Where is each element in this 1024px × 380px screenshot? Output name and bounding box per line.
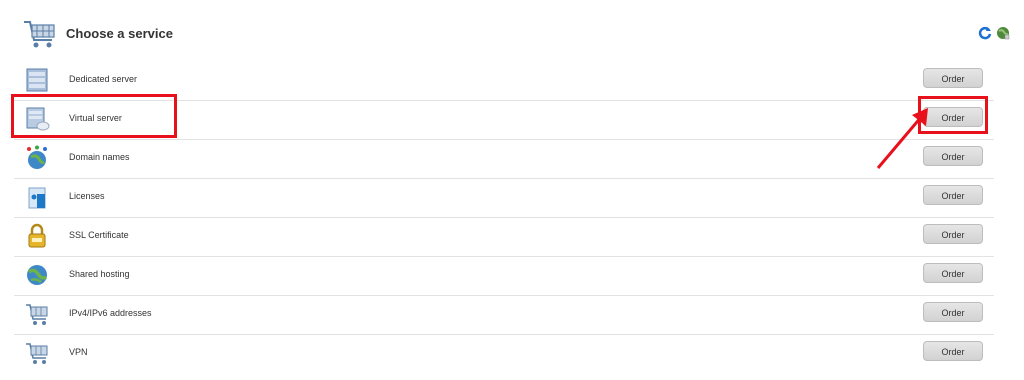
shared-hosting-globe-icon — [27, 265, 48, 285]
order-button[interactable]: Order — [923, 224, 983, 244]
service-row-ssl-certificate: SSL Certificate Order — [14, 218, 994, 257]
page-header: Choose a service — [0, 0, 1024, 62]
service-label: Domain names — [69, 152, 130, 162]
order-button[interactable]: Order — [923, 263, 983, 283]
service-row-virtual-server: Virtual server Order — [14, 101, 994, 140]
service-label: IPv4/IPv6 addresses — [69, 308, 152, 318]
cart-icon — [24, 21, 55, 48]
service-row-domain-names: Domain names Order — [14, 140, 994, 179]
service-list: Dedicated server Order Virtual server Or… — [14, 62, 994, 373]
order-button[interactable]: Order — [923, 302, 983, 322]
cart-icon — [26, 343, 48, 364]
service-label: VPN — [69, 347, 88, 357]
order-button[interactable]: Order — [923, 185, 983, 205]
service-row-ip-addresses: IPv4/IPv6 addresses Order — [14, 296, 994, 335]
ssl-lock-icon — [28, 223, 46, 248]
virtual-server-icon — [26, 107, 50, 131]
service-label: Virtual server — [69, 113, 122, 123]
service-row-shared-hosting: Shared hosting Order — [14, 257, 994, 296]
order-button[interactable]: Order — [923, 146, 983, 166]
order-button[interactable]: Order — [923, 341, 983, 361]
service-label: Shared hosting — [69, 269, 130, 279]
refresh-icon[interactable] — [978, 26, 992, 40]
licenses-icon — [28, 187, 46, 209]
order-button[interactable]: Order — [923, 68, 983, 88]
globe-icon[interactable] — [996, 26, 1010, 40]
service-row-vpn: VPN Order — [14, 335, 994, 373]
dedicated-server-icon — [26, 68, 48, 92]
service-row-licenses: Licenses Order — [14, 179, 994, 218]
service-label: Dedicated server — [69, 74, 138, 84]
service-label: Licenses — [69, 191, 105, 201]
order-button[interactable]: Order — [923, 107, 983, 127]
domain-globe-icon — [27, 145, 47, 169]
page-title: Choose a service — [66, 26, 173, 41]
service-label: SSL Certificate — [69, 230, 129, 240]
service-row-dedicated-server: Dedicated server Order — [14, 62, 994, 101]
cart-icon — [26, 304, 48, 325]
